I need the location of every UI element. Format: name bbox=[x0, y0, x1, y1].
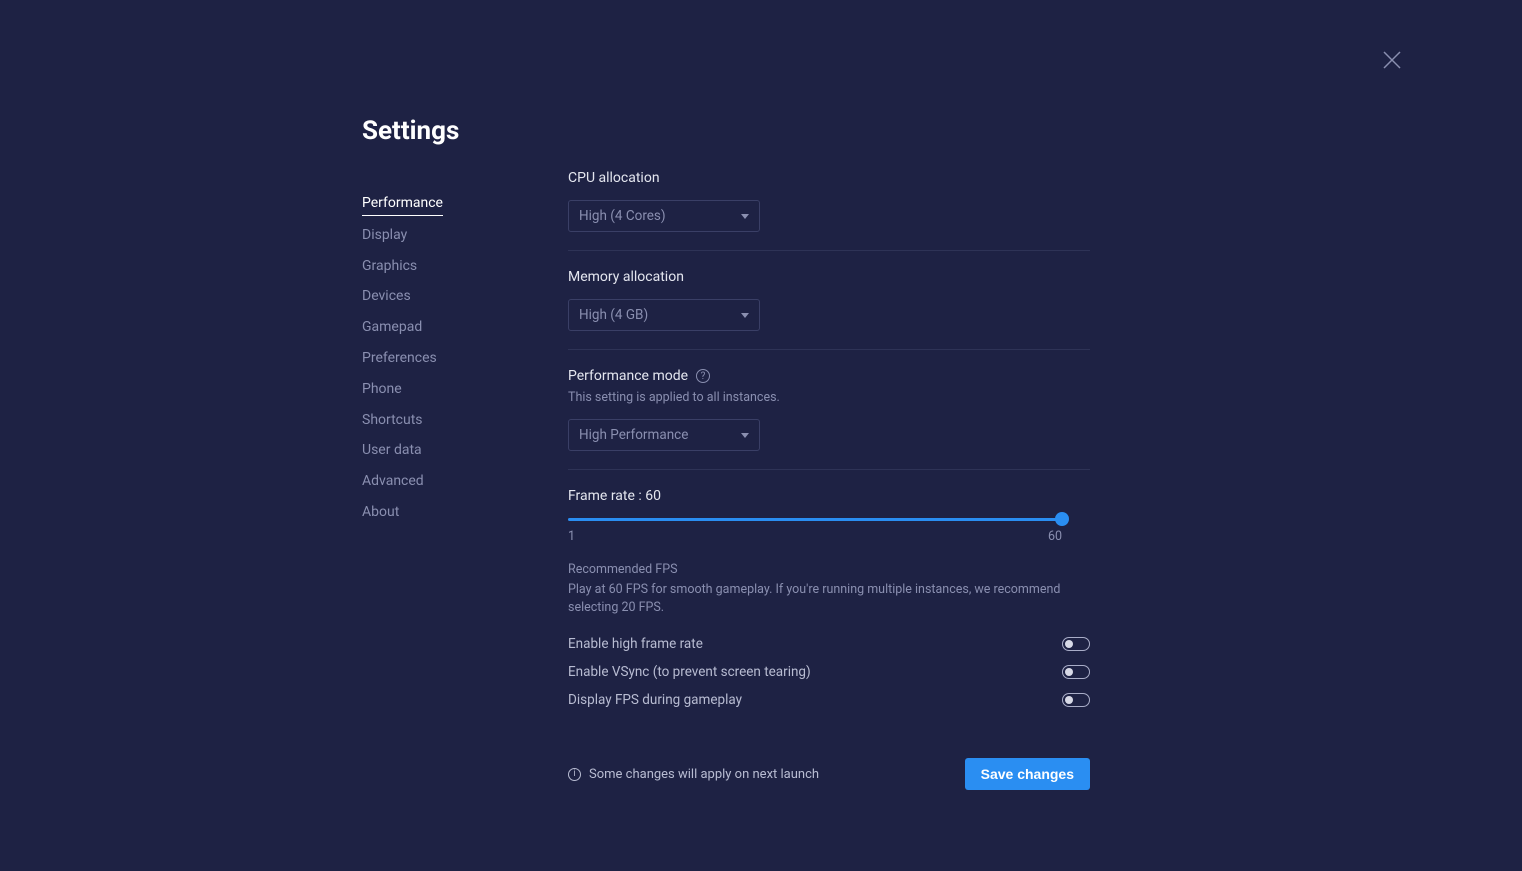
toggle-high-frame-rate[interactable] bbox=[1062, 637, 1090, 651]
footer: i Some changes will apply on next launch… bbox=[568, 758, 1090, 790]
section-framerate: Frame rate : 60 1 60 Recommended FPS Pla… bbox=[568, 488, 1090, 726]
perfmode-label-text: Performance mode bbox=[568, 368, 688, 384]
nav-devices[interactable]: Devices bbox=[362, 281, 411, 312]
close-button[interactable] bbox=[1380, 48, 1404, 72]
perfmode-label: Performance mode ? bbox=[568, 368, 1090, 384]
sidebar: Settings Performance Display Graphics De… bbox=[362, 116, 568, 790]
rec-fps-body: Play at 60 FPS for smooth gameplay. If y… bbox=[568, 581, 1090, 616]
slider-bounds: 1 60 bbox=[568, 529, 1062, 544]
memory-label: Memory allocation bbox=[568, 269, 1090, 285]
rec-fps-title: Recommended FPS bbox=[568, 562, 1090, 577]
framerate-prefix: Frame rate : bbox=[568, 488, 645, 504]
caret-down-icon bbox=[741, 214, 749, 219]
toggle-display-fps-label: Display FPS during gameplay bbox=[568, 692, 742, 708]
perfmode-dropdown[interactable]: High Performance bbox=[568, 419, 760, 451]
nav-preferences[interactable]: Preferences bbox=[362, 343, 437, 374]
framerate-value: 60 bbox=[645, 488, 661, 504]
toggle-vsync-label: Enable VSync (to prevent screen tearing) bbox=[568, 664, 811, 680]
slider-thumb[interactable] bbox=[1055, 512, 1069, 526]
section-memory: Memory allocation High (4 GB) bbox=[568, 269, 1090, 350]
framerate-slider[interactable]: 1 60 bbox=[568, 518, 1090, 544]
caret-down-icon bbox=[741, 433, 749, 438]
toggle-display-fps[interactable] bbox=[1062, 693, 1090, 707]
cpu-dropdown[interactable]: High (4 Cores) bbox=[568, 200, 760, 232]
slider-min: 1 bbox=[568, 529, 575, 544]
perfmode-value: High Performance bbox=[579, 427, 688, 443]
close-icon bbox=[1380, 48, 1404, 72]
nav-advanced[interactable]: Advanced bbox=[362, 466, 424, 497]
nav-shortcuts[interactable]: Shortcuts bbox=[362, 405, 423, 436]
nav-gamepad[interactable]: Gamepad bbox=[362, 312, 422, 343]
toggle-knob bbox=[1065, 640, 1073, 648]
section-cpu: CPU allocation High (4 Cores) bbox=[568, 170, 1090, 251]
cpu-value: High (4 Cores) bbox=[579, 208, 666, 224]
toggle-vsync-row: Enable VSync (to prevent screen tearing) bbox=[568, 664, 1090, 680]
footer-note-text: Some changes will apply on next launch bbox=[589, 767, 819, 782]
nav-about[interactable]: About bbox=[362, 497, 399, 528]
caret-down-icon bbox=[741, 313, 749, 318]
nav-phone[interactable]: Phone bbox=[362, 374, 402, 405]
slider-max: 60 bbox=[1048, 529, 1062, 544]
save-changes-button[interactable]: Save changes bbox=[965, 758, 1090, 790]
footer-note: i Some changes will apply on next launch bbox=[568, 767, 819, 782]
toggle-knob bbox=[1065, 668, 1073, 676]
nav-display[interactable]: Display bbox=[362, 220, 407, 251]
framerate-label: Frame rate : 60 bbox=[568, 488, 1090, 504]
settings-panel: CPU allocation High (4 Cores) Memory all… bbox=[568, 116, 1090, 790]
memory-value: High (4 GB) bbox=[579, 307, 648, 323]
toggle-display-fps-row: Display FPS during gameplay bbox=[568, 692, 1090, 708]
toggle-vsync[interactable] bbox=[1062, 665, 1090, 679]
settings-nav: Performance Display Graphics Devices Gam… bbox=[362, 188, 568, 528]
memory-dropdown[interactable]: High (4 GB) bbox=[568, 299, 760, 331]
nav-user-data[interactable]: User data bbox=[362, 435, 422, 466]
info-icon: i bbox=[568, 768, 581, 781]
toggle-high-frame-rate-row: Enable high frame rate bbox=[568, 636, 1090, 652]
section-perf-mode: Performance mode ? This setting is appli… bbox=[568, 368, 1090, 470]
help-icon[interactable]: ? bbox=[696, 369, 710, 383]
perfmode-sublabel: This setting is applied to all instances… bbox=[568, 390, 1090, 405]
toggle-high-frame-rate-label: Enable high frame rate bbox=[568, 636, 703, 652]
page-title: Settings bbox=[362, 116, 568, 146]
cpu-label: CPU allocation bbox=[568, 170, 1090, 186]
nav-graphics[interactable]: Graphics bbox=[362, 251, 417, 282]
toggle-knob bbox=[1065, 696, 1073, 704]
nav-performance[interactable]: Performance bbox=[362, 188, 443, 216]
slider-track bbox=[568, 518, 1062, 521]
